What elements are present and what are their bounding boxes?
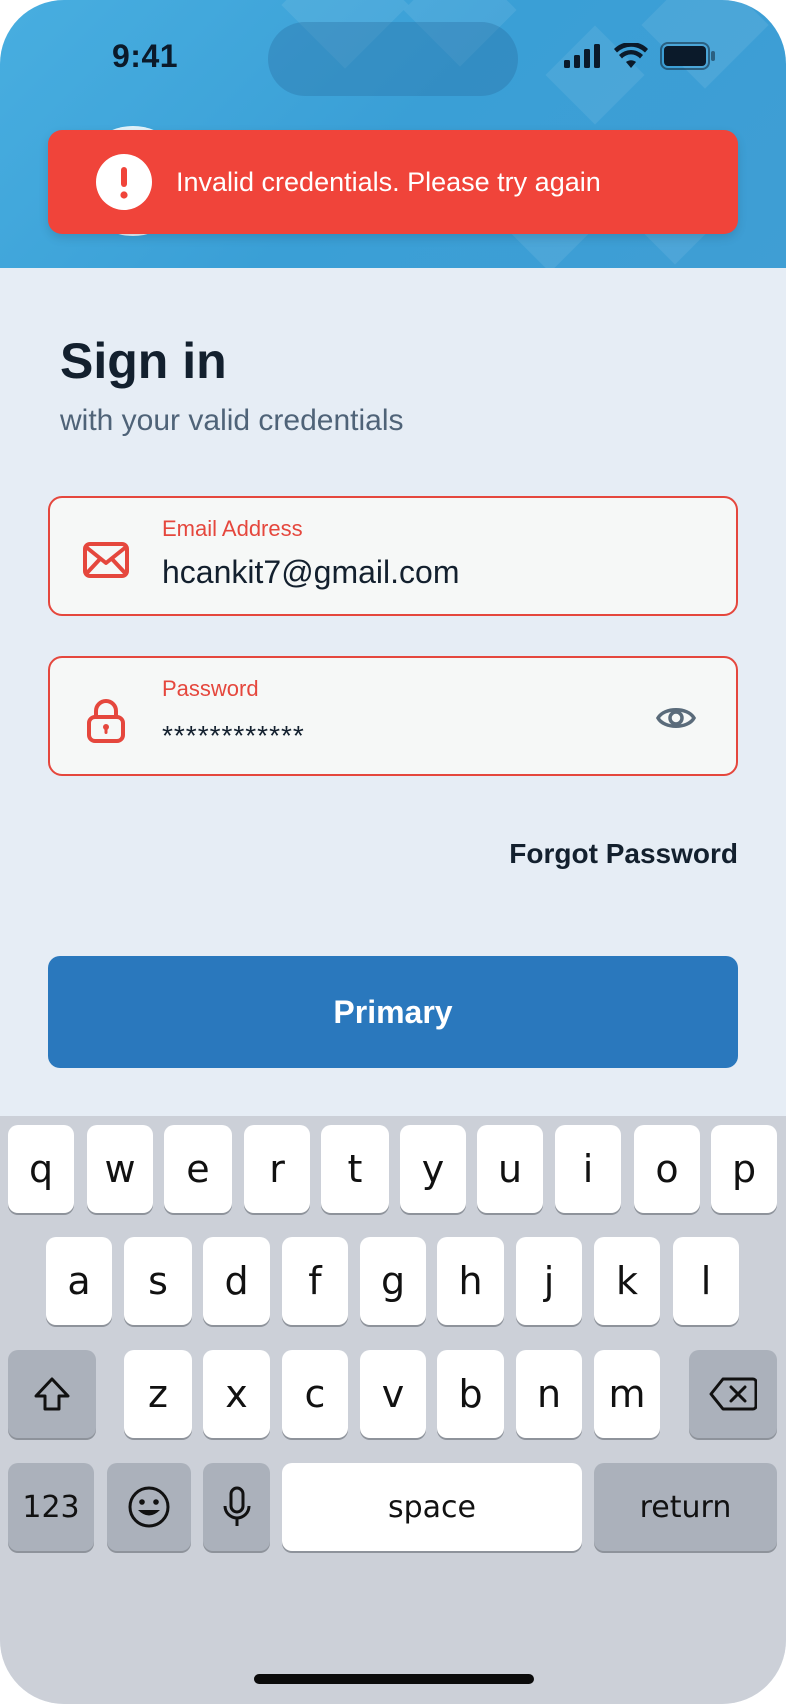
- key-y[interactable]: y: [400, 1125, 466, 1213]
- key-h[interactable]: h: [437, 1237, 504, 1325]
- shift-icon: [34, 1377, 70, 1411]
- battery-icon: [660, 42, 715, 70]
- key-q[interactable]: q: [8, 1125, 74, 1213]
- password-value[interactable]: ************: [162, 720, 305, 752]
- eye-icon[interactable]: [656, 700, 696, 736]
- key-w[interactable]: w: [87, 1125, 153, 1213]
- key-b[interactable]: b: [437, 1350, 504, 1438]
- key-c[interactable]: c: [282, 1350, 348, 1438]
- space-key[interactable]: space: [282, 1463, 582, 1551]
- key-g[interactable]: g: [360, 1237, 426, 1325]
- status-icons: [564, 42, 716, 70]
- key-z[interactable]: z: [124, 1350, 192, 1438]
- key-j[interactable]: j: [516, 1237, 582, 1325]
- cellular-signal-icon: [564, 44, 600, 68]
- keyboard: q w e r t y u i o p a s d f g h j k l z …: [0, 1116, 786, 1704]
- key-t[interactable]: t: [321, 1125, 389, 1213]
- key-k[interactable]: k: [594, 1237, 660, 1325]
- key-r[interactable]: r: [244, 1125, 310, 1213]
- key-i[interactable]: i: [555, 1125, 621, 1213]
- shift-key[interactable]: [8, 1350, 96, 1438]
- home-indicator: [254, 1674, 534, 1684]
- backspace-key[interactable]: [689, 1350, 777, 1438]
- return-key[interactable]: return: [594, 1463, 777, 1551]
- key-f[interactable]: f: [282, 1237, 348, 1325]
- page-subtitle: with your valid credentials: [60, 404, 404, 437]
- mail-icon: [83, 542, 129, 578]
- email-field[interactable]: Email Address hcankit7@gmail.com: [48, 496, 738, 616]
- error-toast: Invalid credentials. Please try again: [48, 130, 738, 234]
- key-l[interactable]: l: [673, 1237, 739, 1325]
- lock-icon: [87, 699, 125, 743]
- emoji-icon: [128, 1486, 170, 1528]
- header-pattern: [545, 25, 645, 125]
- wifi-icon: [614, 43, 648, 68]
- key-d[interactable]: d: [203, 1237, 270, 1325]
- email-value[interactable]: hcankit7@gmail.com: [162, 554, 459, 591]
- password-field[interactable]: Password ************: [48, 656, 738, 776]
- microphone-icon: [223, 1486, 250, 1526]
- password-label: Password: [162, 676, 259, 701]
- key-x[interactable]: x: [203, 1350, 270, 1438]
- key-u[interactable]: u: [477, 1125, 543, 1213]
- numbers-key[interactable]: 123: [8, 1463, 94, 1551]
- backspace-icon: [709, 1377, 757, 1411]
- key-o[interactable]: o: [634, 1125, 700, 1213]
- phone-screen: 9:41 Invalid credentials. Please try aga…: [0, 0, 786, 1704]
- forgot-password-link[interactable]: Forgot Password: [509, 838, 738, 870]
- key-p[interactable]: p: [711, 1125, 777, 1213]
- email-label: Email Address: [162, 516, 303, 541]
- dynamic-island: [268, 22, 518, 96]
- key-a[interactable]: a: [46, 1237, 112, 1325]
- toast-message: Invalid credentials. Please try again: [176, 166, 601, 197]
- key-e[interactable]: e: [164, 1125, 232, 1213]
- key-m[interactable]: m: [594, 1350, 660, 1438]
- page-title: Sign in: [60, 333, 227, 389]
- emoji-key[interactable]: [107, 1463, 191, 1551]
- exclamation-icon: [96, 154, 152, 210]
- key-s[interactable]: s: [124, 1237, 192, 1325]
- primary-button[interactable]: Primary: [48, 956, 738, 1068]
- key-v[interactable]: v: [360, 1350, 426, 1438]
- status-time: 9:41: [112, 38, 179, 74]
- key-n[interactable]: n: [516, 1350, 582, 1438]
- microphone-key[interactable]: [203, 1463, 270, 1551]
